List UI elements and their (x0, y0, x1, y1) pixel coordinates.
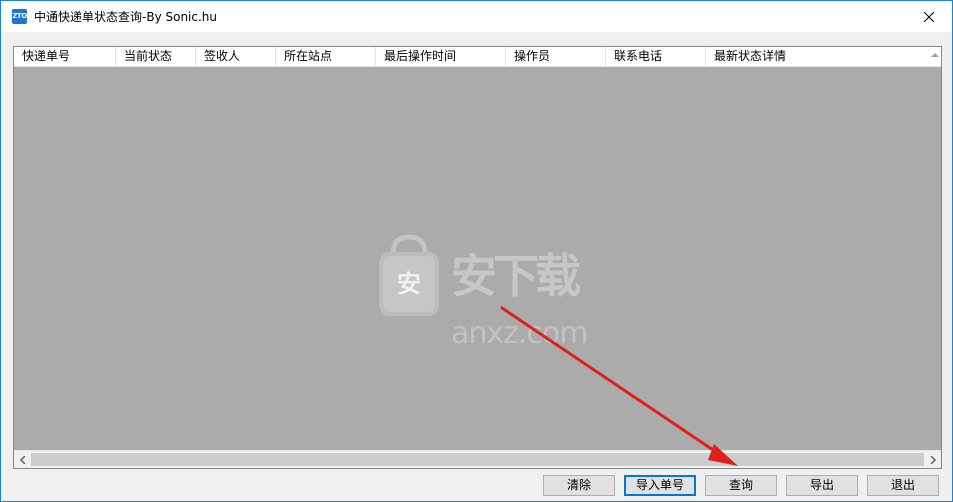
chevron-left-icon (19, 455, 26, 464)
scroll-up-icon (931, 53, 939, 57)
column-header-last-operation-time[interactable]: 最后操作时间 (376, 47, 506, 66)
column-header-signer[interactable]: 签收人 (196, 47, 276, 66)
column-header-tracking-number[interactable]: 快递单号 (14, 47, 116, 66)
title-bar[interactable]: ZTO 中通快递单状态查询-By Sonic.hu (1, 1, 952, 32)
column-header-station[interactable]: 所在站点 (276, 47, 376, 66)
close-button[interactable] (906, 1, 952, 32)
list-body: 安 安下载 anxz.com (14, 67, 941, 452)
import-numbers-button[interactable]: 导入单号 (624, 475, 696, 496)
watermark: 安 安下载 anxz.com (369, 232, 599, 352)
window-title: 中通快递单状态查询-By Sonic.hu (34, 10, 218, 24)
watermark-domain: anxz.com (451, 316, 589, 351)
chevron-right-icon (929, 455, 936, 464)
exit-button[interactable]: 退出 (867, 475, 939, 496)
clear-button[interactable]: 清除 (543, 475, 615, 496)
scroll-right-button[interactable] (924, 451, 941, 468)
export-button[interactable]: 导出 (786, 475, 858, 496)
column-header-phone[interactable]: 联系电话 (606, 47, 706, 66)
scroll-thumb[interactable] (31, 453, 924, 466)
watermark-badge: 安 (397, 270, 421, 298)
close-icon (924, 11, 934, 22)
result-listview[interactable]: 快递单号 当前状态 签收人 所在站点 最后操作时间 操作员 联系电话 最新状态详… (13, 46, 942, 469)
column-header-current-status[interactable]: 当前状态 (116, 47, 196, 66)
horizontal-scrollbar[interactable] (14, 450, 941, 468)
app-logo-icon: ZTO (12, 9, 27, 24)
app-window: ZTO 中通快递单状态查询-By Sonic.hu 快递单号 当前状态 签收人 … (0, 0, 953, 502)
query-button[interactable]: 查询 (705, 475, 777, 496)
scroll-left-button[interactable] (14, 451, 31, 468)
column-header-latest-detail[interactable]: 最新状态详情 (706, 47, 941, 66)
column-header-operator[interactable]: 操作员 (506, 47, 606, 66)
list-header: 快递单号 当前状态 签收人 所在站点 最后操作时间 操作员 联系电话 最新状态详… (14, 47, 941, 67)
watermark-title: 安下载 (451, 249, 581, 303)
